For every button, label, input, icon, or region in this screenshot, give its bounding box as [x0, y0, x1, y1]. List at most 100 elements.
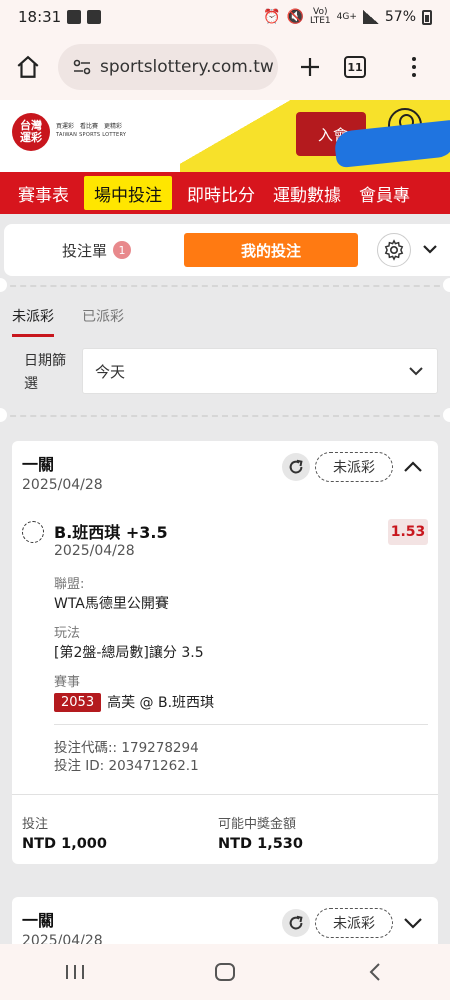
browser-toolbar: sportslottery.com.tw 11: [0, 34, 450, 100]
status-time: 18:31: [18, 8, 62, 26]
divider-notch-left: [0, 278, 7, 292]
nav-item-schedule[interactable]: 賽事表: [0, 176, 78, 210]
payout-column: 可能中獎金額 NTD 1,530: [218, 813, 303, 852]
divider-notch-left: [0, 408, 7, 422]
date-filter-label: 日期篩選: [24, 353, 66, 392]
recents-icon: [66, 965, 84, 979]
date-filter-select[interactable]: 今天: [82, 348, 438, 394]
bet-card: 一關 2025/04/28 未派彩: [12, 897, 438, 944]
selection-date: 2025/04/28: [54, 543, 135, 559]
betslip-label: 投注單: [62, 241, 108, 260]
bet-card-body: B.班西琪 +3.5 2025/04/28 1.53 聯盟: WTA馬德里公開賽…: [12, 505, 438, 794]
bet-card-header[interactable]: 一關 2025/04/28 未派彩: [12, 441, 438, 505]
settings-button[interactable]: [377, 233, 411, 267]
home-icon: [17, 55, 39, 78]
bet-codes: 投注代碼:: 179278294 投注 ID: 203471262.1: [54, 724, 428, 794]
stake-label: 投注: [22, 817, 49, 832]
logo-tagline-text: 買運彩 看比賽 更精彩: [56, 123, 123, 130]
new-tab-button[interactable]: [286, 39, 334, 95]
collapse-card-button[interactable]: [402, 456, 424, 478]
tab-settled[interactable]: 已派彩: [82, 306, 124, 337]
tab-switcher-button[interactable]: 11: [344, 56, 366, 78]
dashed-divider: [0, 285, 450, 287]
bet-id: 投注 ID: 203471262.1: [54, 758, 199, 774]
back-button[interactable]: [345, 952, 405, 992]
plus-icon: [301, 58, 319, 76]
volte-indicator: Vo) LTE1: [310, 8, 331, 26]
bet-card: 一關 2025/04/28 未派彩 B.班西琪 +3.5 2025/04/28 …: [12, 441, 438, 864]
dashed-divider: [0, 415, 450, 417]
browser-home-button[interactable]: [0, 39, 56, 95]
tab-unsettled[interactable]: 未派彩: [12, 306, 54, 337]
play-label: 玩法: [54, 626, 81, 641]
expand-card-button[interactable]: [402, 912, 424, 934]
youtube-icon: [67, 10, 82, 24]
divider-notch-right: [443, 278, 450, 292]
browser-menu-button[interactable]: [394, 39, 434, 95]
date-filter-value: 今天: [95, 362, 126, 381]
nav-item-member[interactable]: 會員專: [350, 176, 419, 210]
refresh-button[interactable]: [282, 909, 310, 937]
event-name: 高芙 @ B.班西琪: [107, 695, 215, 711]
site-header: 台灣 運彩 買運彩 看比賽 更精彩 TAIWAN SPORTS LOTTERY 入…: [0, 100, 450, 172]
nav-item-live-betting[interactable]: 場中投注: [84, 176, 172, 210]
league-label: 聯盟:: [54, 577, 85, 592]
chevron-down-icon: [423, 245, 437, 254]
bet-code: 投注代碼:: 179278294: [54, 740, 199, 756]
refresh-icon: [289, 459, 303, 474]
bet-toolbar: 投注單 1 我的投注: [4, 224, 450, 276]
main-nav: 賽事表 場中投注 即時比分 運動數據 會員專: [0, 172, 450, 214]
my-bets-button[interactable]: 我的投注: [184, 233, 358, 267]
home-button[interactable]: [195, 952, 255, 992]
play-value: [第2盤-總局數]讓分 3.5: [54, 645, 204, 661]
nav-item-live-scores[interactable]: 即時比分: [178, 176, 264, 210]
payout-value: NTD 1,530: [218, 836, 303, 852]
stake-value: NTD 1,000: [22, 836, 107, 852]
event-code: 2053: [54, 692, 102, 712]
recent-apps-button[interactable]: [45, 952, 105, 992]
refresh-button[interactable]: [282, 453, 310, 481]
status-badge: 未派彩: [315, 452, 393, 482]
network-type: 4G+: [336, 11, 357, 22]
event-label: 賽事: [54, 675, 81, 690]
league-value: WTA馬德里公開賽: [54, 596, 169, 612]
divider-notch-right: [443, 408, 450, 422]
mute-icon: 🔇: [286, 9, 304, 25]
battery-icon: [422, 9, 432, 25]
system-nav-bar: [0, 944, 450, 1000]
chevron-down-icon: [404, 918, 422, 929]
bet-details: 聯盟: WTA馬德里公開賽 玩法 [第2盤-總局數]讓分 3.5 賽事 2053…: [22, 573, 428, 712]
refresh-icon: [289, 915, 303, 930]
chevron-up-icon: [404, 461, 422, 472]
volte-bottom: LTE1: [309, 16, 331, 26]
home-circle-icon: [215, 963, 235, 981]
odds-badge: 1.53: [388, 519, 428, 545]
signal-icon: [362, 10, 379, 24]
logo-icon[interactable]: 台灣 運彩: [12, 113, 50, 151]
betslip-tab[interactable]: 投注單 1: [62, 240, 132, 261]
gear-icon: [384, 239, 404, 261]
logo-sub-text: TAIWAN SPORTS LOTTERY: [56, 132, 127, 138]
chevron-down-icon: [409, 367, 423, 376]
address-bar[interactable]: sportslottery.com.tw: [58, 44, 278, 90]
bet-card-header[interactable]: 一關 2025/04/28 未派彩: [12, 897, 438, 944]
site-settings-icon[interactable]: [72, 57, 92, 77]
stake-column: 投注 NTD 1,000: [22, 813, 107, 852]
nav-item-sports-data[interactable]: 運動數據: [264, 176, 350, 210]
url-text: sportslottery.com.tw: [100, 57, 274, 77]
status-bar: 18:31 ⏰ 🔇 Vo) LTE1 4G+ 57%: [0, 0, 450, 34]
selection-row: B.班西琪 +3.5 2025/04/28 1.53: [22, 519, 428, 559]
alarm-icon: ⏰: [263, 9, 281, 25]
collapse-panel-button[interactable]: [421, 240, 441, 260]
bets-panel: 投注單 1 我的投注 未派彩 已派彩 日期篩選 今天 一關 2025/04/28…: [0, 214, 450, 944]
back-icon: [369, 963, 380, 981]
bet-card-footer: 投注 NTD 1,000 可能中獎金額 NTD 1,530: [12, 794, 438, 864]
selection-name: B.班西琪 +3.5: [54, 523, 168, 542]
betslip-count-badge: 1: [113, 241, 132, 259]
payout-label: 可能中獎金額: [218, 817, 297, 832]
logo-tagline: 買運彩 看比賽 更精彩 TAIWAN SPORTS LOTTERY: [56, 122, 126, 140]
status-badge: 未派彩: [315, 908, 393, 938]
selection-status-icon: [22, 521, 44, 543]
battery-percent: 57%: [384, 9, 416, 25]
payout-filter-tabs: 未派彩 已派彩: [12, 306, 124, 337]
